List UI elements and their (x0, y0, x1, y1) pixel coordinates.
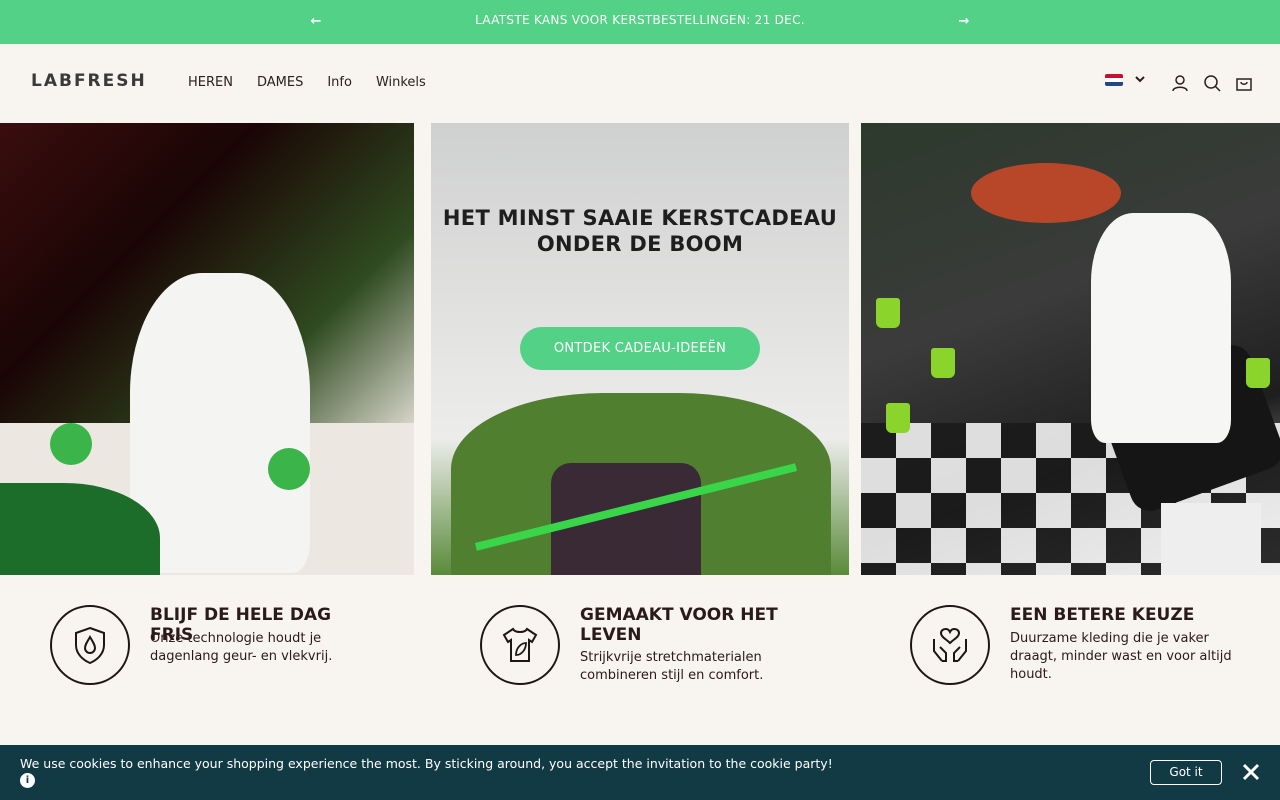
announcement-message[interactable]: LAATSTE KANS VOOR KERSTBESTELLINGEN: 21 … (340, 13, 940, 27)
main-nav: HEREN DAMES Info Winkels (188, 75, 426, 90)
accept-cookies-button[interactable]: Got it (1150, 760, 1222, 785)
account-icon[interactable] (1171, 74, 1189, 92)
nav-item-dames[interactable]: DAMES (257, 75, 303, 90)
hero-image-left[interactable] (0, 123, 414, 575)
info-icon[interactable]: i (20, 773, 35, 788)
hero-headline-line2: ONDER DE BOOM (536, 232, 744, 256)
tshirt-leaf-icon (480, 605, 560, 685)
usp-description: Duurzame kleding die je vaker draagt, mi… (1010, 631, 1232, 682)
nav-item-winkels[interactable]: Winkels (376, 75, 426, 90)
drop-shield-icon (50, 605, 130, 685)
hands-heart-icon (910, 605, 990, 685)
usp-description: Onze technologie houdt je dagenlang geur… (150, 631, 333, 664)
usp-title: GEMAAKT VOOR HET LEVEN (580, 605, 778, 645)
cart-icon[interactable] (1235, 74, 1253, 92)
close-icon[interactable] (1241, 762, 1261, 782)
logo[interactable]: LABFRESH (31, 71, 147, 91)
discover-gift-ideas-button[interactable]: ONTDEK CADEAU-IDEEËN (520, 327, 760, 370)
hero-headline-line1: HET MINST SAAIE KERSTCADEAU (442, 206, 838, 230)
announcement-bar: ← LAATSTE KANS VOOR KERSTBESTELLINGEN: 2… (0, 0, 1280, 44)
usp-description: Strijkvrije stretchmaterialen combineren… (580, 650, 764, 683)
nav-item-info[interactable]: Info (327, 75, 352, 90)
site-header: LABFRESH HEREN DAMES Info Winkels (0, 44, 1280, 123)
nav-item-heren[interactable]: HEREN (188, 75, 233, 90)
arrow-right-icon[interactable]: → (954, 12, 974, 32)
cookie-banner: We use cookies to enhance your shopping … (0, 745, 1280, 800)
chevron-down-icon[interactable] (1133, 72, 1147, 86)
hero-image-right[interactable] (861, 123, 1280, 575)
hero-headline: HET MINST SAAIE KERSTCADEAU ONDER DE BOO… (431, 205, 849, 257)
usp-title: EEN BETERE KEUZE (1010, 605, 1195, 625)
cookie-text: We use cookies to enhance your shopping … (20, 756, 833, 771)
netherlands-flag-icon[interactable] (1105, 74, 1123, 86)
search-icon[interactable] (1203, 74, 1221, 92)
arrow-left-icon[interactable]: ← (306, 12, 326, 32)
